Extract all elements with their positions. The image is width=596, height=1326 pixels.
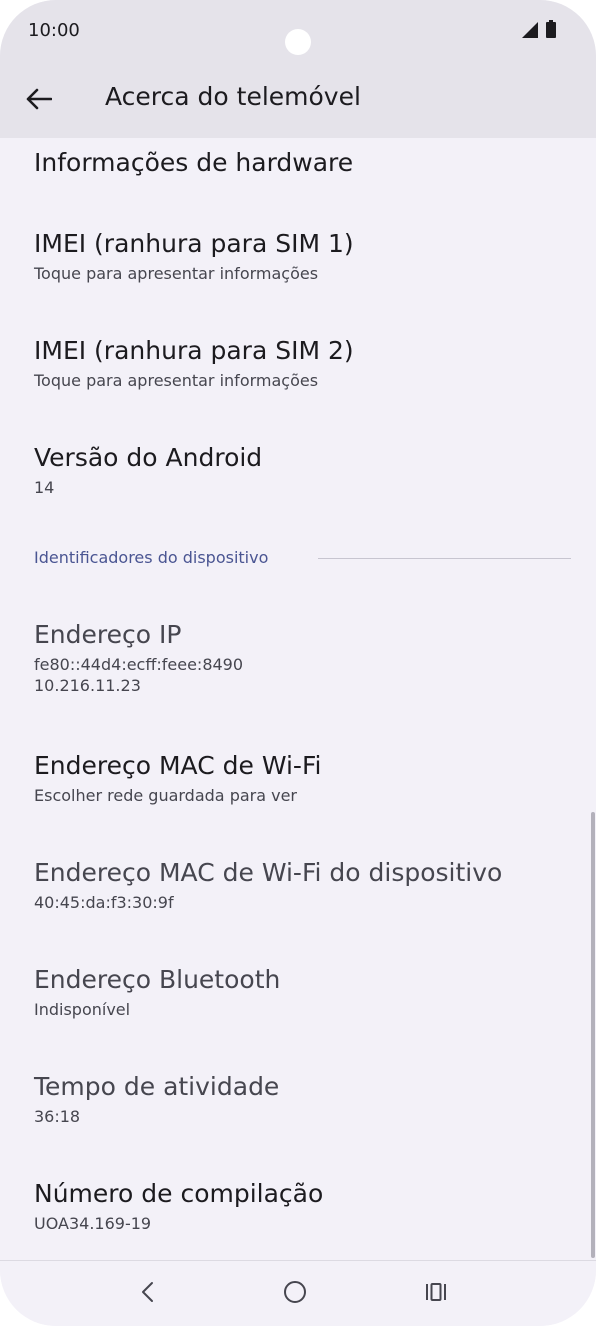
list-item-subtitle: 36:18 <box>34 1107 81 1126</box>
list-item-title: Endereço IP <box>34 620 182 649</box>
list-item-bluetooth-address: Endereço Bluetooth Indisponível <box>34 965 576 1020</box>
list-item-build-number[interactable]: Número de compilação UOA34.169-19 <box>34 1179 576 1234</box>
phone-screen: 10:00 Acerca do telemóvel Informações de… <box>0 0 596 1326</box>
list-item-device-wifi-mac: Endereço MAC de Wi-Fi do dispositivo 40:… <box>34 858 576 913</box>
battery-icon <box>546 20 556 38</box>
list-item-uptime: Tempo de atividade 36:18 <box>34 1072 576 1127</box>
list-item-title: Versão do Android <box>34 443 263 472</box>
list-item-subtitle: Escolher rede guardada para ver <box>34 786 298 805</box>
list-item-subtitle: Toque para apresentar informações <box>34 371 319 390</box>
list-item-subtitle-line2: 10.216.11.23 <box>34 676 141 695</box>
list-item-android-version[interactable]: Versão do Android 14 <box>34 443 576 498</box>
page-title: Acerca do telemóvel <box>105 82 361 111</box>
arrow-back-icon[interactable] <box>24 84 54 114</box>
section-divider <box>318 558 571 559</box>
list-item-title: Endereço Bluetooth <box>34 965 281 994</box>
list-item-subtitle: 14 <box>34 478 55 497</box>
list-item-subtitle: Indisponível <box>34 1000 131 1019</box>
settings-list: Informações de hardware IMEI (ranhura pa… <box>0 138 596 1260</box>
list-item-imei-sim2[interactable]: IMEI (ranhura para SIM 2) Toque para apr… <box>34 336 576 391</box>
top-app-bar: 10:00 Acerca do telemóvel <box>0 0 596 138</box>
list-item-imei-sim1[interactable]: IMEI (ranhura para SIM 1) Toque para apr… <box>34 229 576 284</box>
section-header: Identificadores do dispositivo <box>34 548 269 567</box>
list-item-title: Endereço MAC de Wi-Fi <box>34 751 322 780</box>
signal-icon <box>522 22 538 38</box>
list-item-subtitle: UOA34.169-19 <box>34 1214 152 1233</box>
status-time: 10:00 <box>28 20 80 41</box>
nav-recents-icon[interactable] <box>419 1275 453 1309</box>
list-item-title: Número de compilação <box>34 1179 324 1208</box>
list-item-title: IMEI (ranhura para SIM 1) <box>34 229 354 258</box>
list-item-title: Endereço MAC de Wi-Fi do dispositivo <box>34 858 503 887</box>
list-item-subtitle: 40:45:da:f3:30:9f <box>34 893 174 912</box>
list-item-title: Informações de hardware <box>34 148 354 177</box>
list-item-wifi-mac[interactable]: Endereço MAC de Wi-Fi Escolher rede guar… <box>34 751 576 806</box>
camera-cutout <box>285 29 311 55</box>
scrollbar[interactable] <box>591 812 595 1258</box>
list-item-hardware-info[interactable]: Informações de hardware <box>34 148 576 178</box>
list-item-title: Tempo de atividade <box>34 1072 280 1101</box>
navigation-bar <box>0 1260 596 1326</box>
nav-back-icon[interactable] <box>131 1275 165 1309</box>
list-item-ip-address: Endereço IP fe80::44d4:ecff:feee:8490 10… <box>34 620 576 696</box>
nav-home-icon[interactable] <box>278 1275 312 1309</box>
list-item-title: IMEI (ranhura para SIM 2) <box>34 336 354 365</box>
list-item-subtitle: fe80::44d4:ecff:feee:8490 <box>34 655 244 674</box>
list-item-subtitle: Toque para apresentar informações <box>34 264 319 283</box>
